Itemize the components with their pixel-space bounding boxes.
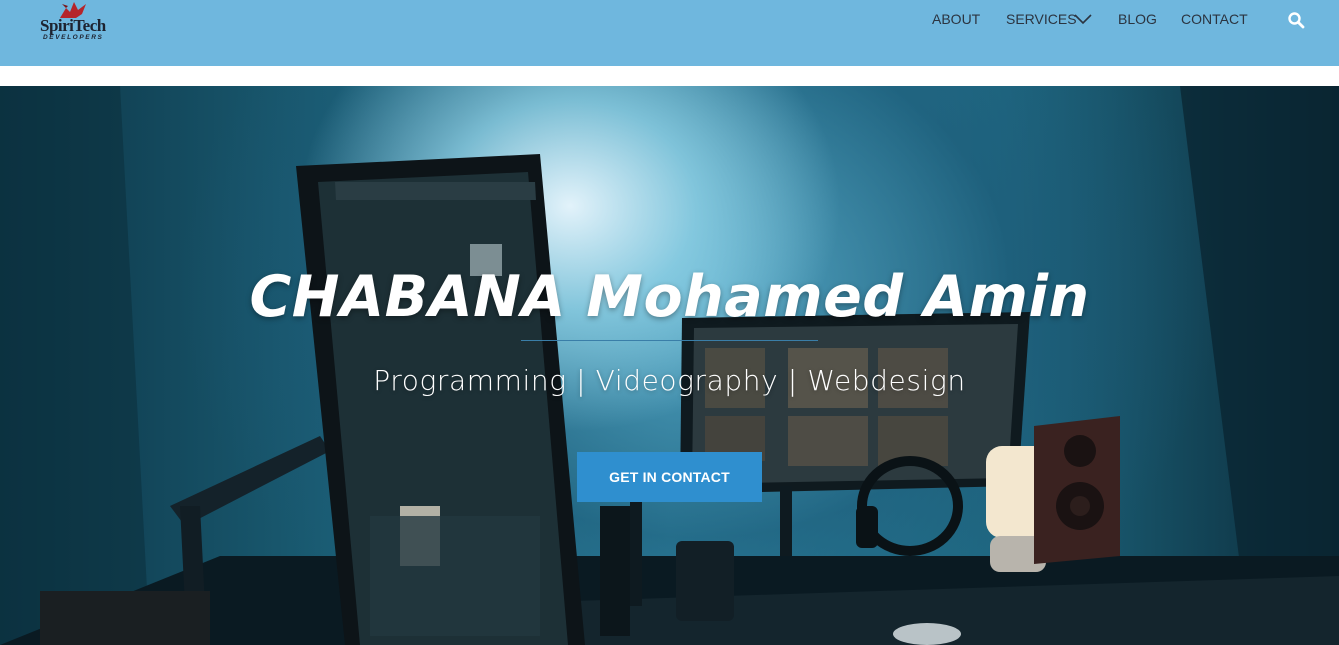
hero-subtitle: Programming | Videography | Webdesign bbox=[373, 364, 966, 397]
main-nav: ABOUT SERVICES BLOG CONTACT bbox=[0, 0, 1339, 40]
hero-title: CHABANA Mohamed Amin bbox=[249, 264, 1090, 330]
nav-blog[interactable]: BLOG bbox=[1118, 11, 1157, 27]
get-in-contact-button[interactable]: GET IN CONTACT bbox=[577, 452, 762, 502]
nav-about[interactable]: ABOUT bbox=[932, 11, 980, 27]
nav-services[interactable]: SERVICES bbox=[1006, 11, 1077, 27]
title-divider bbox=[521, 340, 818, 341]
hero-section: CHABANA Mohamed Amin Programming | Video… bbox=[0, 86, 1339, 645]
chevron-down-icon[interactable] bbox=[1074, 12, 1092, 26]
nav-contact[interactable]: CONTACT bbox=[1181, 11, 1248, 27]
search-icon[interactable] bbox=[1287, 11, 1305, 29]
site-header: SpiriTech DEVELOPERS ABOUT SERVICES BLOG… bbox=[0, 0, 1339, 66]
header-spacer bbox=[0, 66, 1339, 86]
